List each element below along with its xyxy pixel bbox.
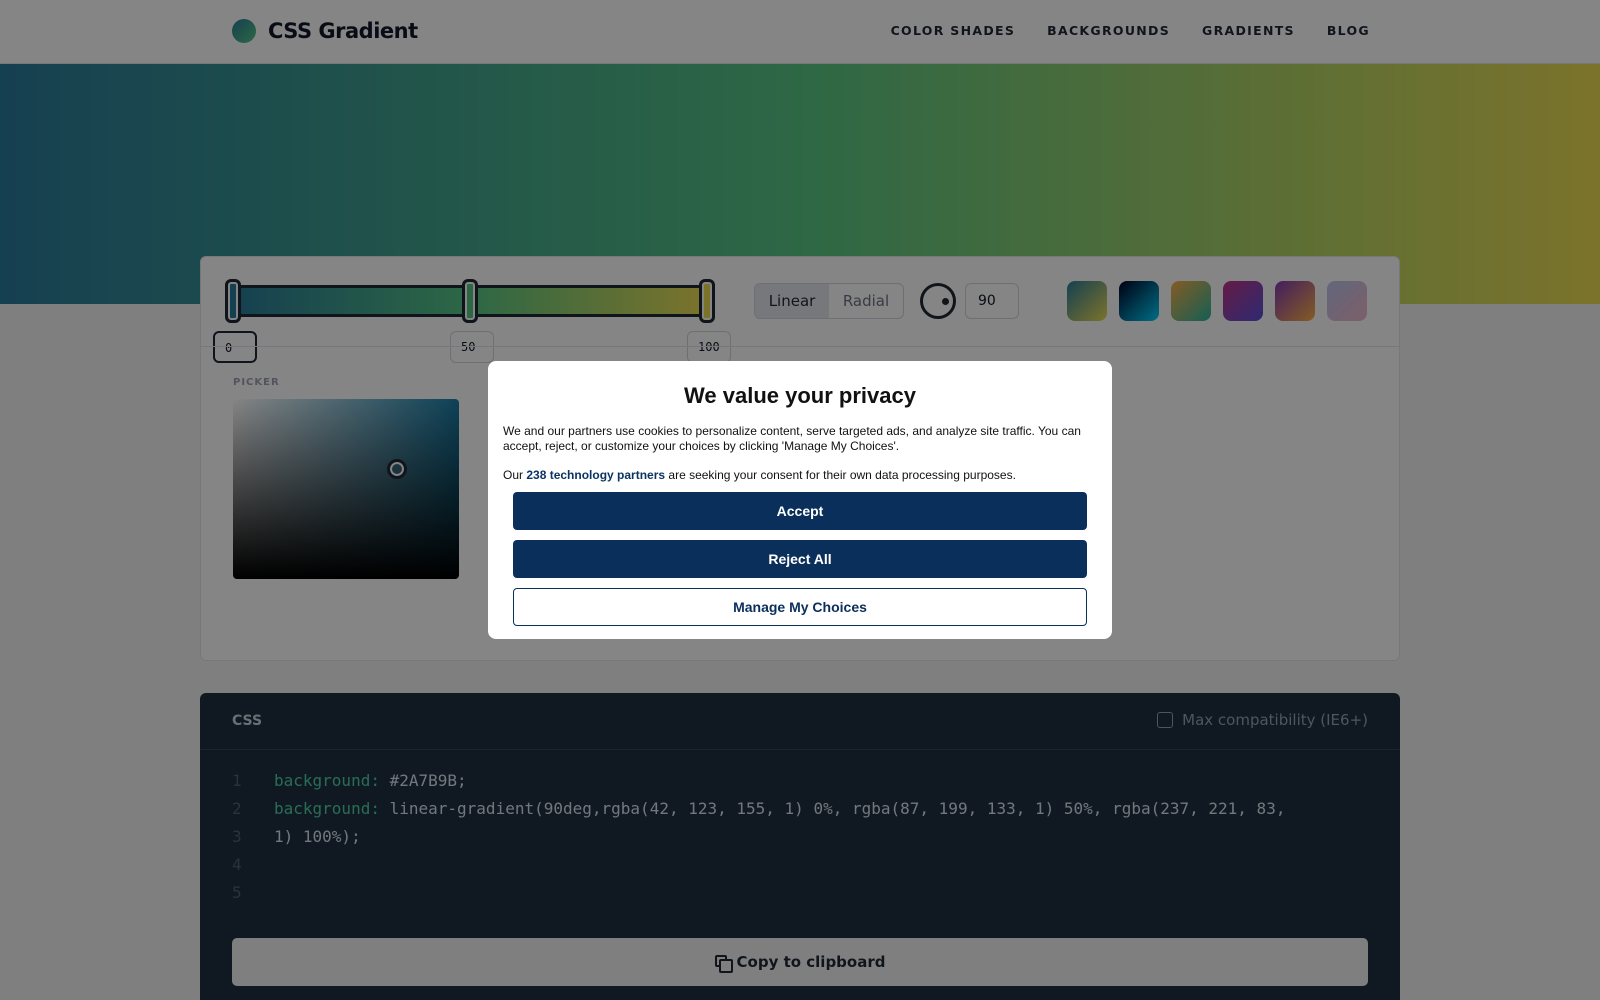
partners-prefix: Our <box>503 468 527 482</box>
accept-button[interactable]: Accept <box>513 492 1087 530</box>
consent-body: We and our partners use cookies to perso… <box>503 424 1081 453</box>
reject-all-button[interactable]: Reject All <box>513 540 1087 578</box>
privacy-consent-dialog: We value your privacy We and our partner… <box>488 361 1112 639</box>
manage-choices-button[interactable]: Manage My Choices <box>513 588 1087 626</box>
partners-link[interactable]: 238 technology partners <box>526 468 665 482</box>
consent-partners-text: Our 238 technology partners are seeking … <box>503 468 1097 483</box>
partners-suffix: are seeking your consent for their own d… <box>665 468 1016 482</box>
consent-title: We value your privacy <box>684 383 916 408</box>
